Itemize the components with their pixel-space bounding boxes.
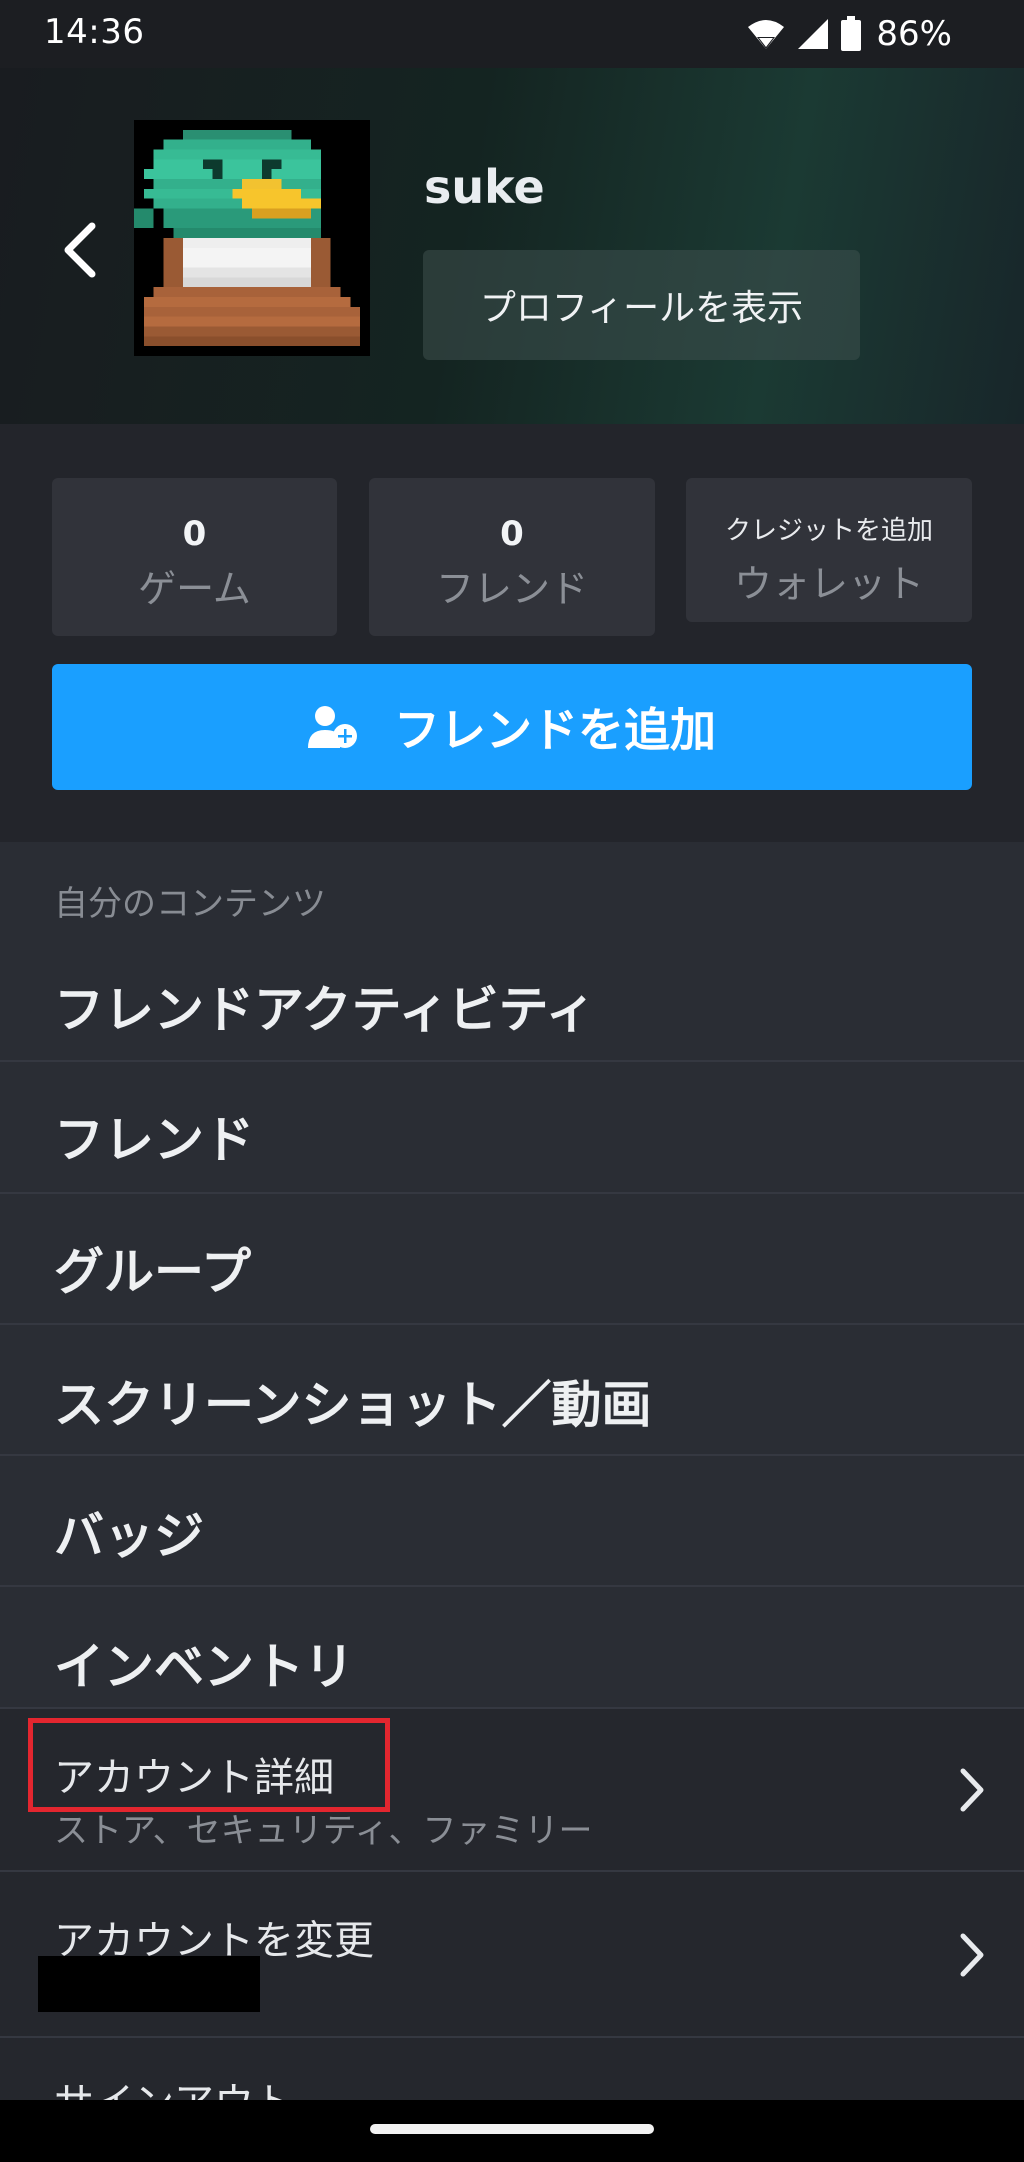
duck-avatar-image	[134, 120, 370, 356]
back-button[interactable]	[50, 210, 110, 290]
system-nav-bar	[0, 2100, 1024, 2162]
menu-item-groups[interactable]: グループ	[0, 1194, 1024, 1325]
status-time: 14:36	[44, 12, 145, 52]
stats-area: 0 ゲーム 0 フレンド クレジットを追加 ウォレット フレンドを追加	[0, 424, 1024, 842]
battery-percent: 86%	[876, 14, 952, 54]
menu-item-label: グループ	[54, 1243, 251, 1301]
friends-stat[interactable]: 0 フレンド	[369, 478, 655, 636]
add-credit-label: クレジットを追加	[724, 516, 933, 546]
add-user-icon	[308, 706, 357, 748]
wallet-stat[interactable]: クレジットを追加 ウォレット	[686, 478, 972, 622]
menu-item-label: スクリーンショット／動画	[54, 1376, 652, 1434]
add-friend-button[interactable]: フレンドを追加	[52, 664, 972, 790]
profile-header: suke プロフィールを表示	[0, 68, 1024, 424]
menu-item-friend-activity[interactable]: フレンドアクティビティ	[0, 932, 1024, 1062]
menu-list: 自分のコンテンツ フレンドアクティビティ フレンド グループ スクリーンショット…	[0, 842, 1024, 2100]
games-count: 0	[182, 514, 207, 554]
menu-item-label: インベントリ	[54, 1638, 354, 1696]
menu-item-label: フレンドアクティビティ	[54, 981, 596, 1039]
menu-item-screenshots-videos[interactable]: スクリーンショット／動画	[0, 1325, 1024, 1456]
wallet-label: ウォレット	[733, 562, 924, 606]
add-friend-label: フレンドを追加	[394, 703, 716, 757]
menu-item-friends[interactable]: フレンド	[0, 1062, 1024, 1194]
chevron-right-icon	[960, 1768, 984, 1812]
home-gesture-handle[interactable]	[370, 2124, 654, 2134]
highlight-box	[28, 1718, 390, 1812]
chevron-left-icon	[64, 222, 96, 278]
games-stat[interactable]: 0 ゲーム	[52, 478, 337, 636]
view-profile-button[interactable]: プロフィールを表示	[423, 250, 860, 360]
games-label: ゲーム	[138, 567, 251, 611]
section-title: 自分のコンテンツ	[54, 884, 326, 924]
friends-count: 0	[500, 514, 524, 554]
signal-icon	[798, 19, 829, 49]
redacted-block	[38, 1956, 260, 2012]
sign-out-title: サインアウト	[54, 2070, 294, 2100]
wifi-icon	[748, 20, 785, 49]
chevron-right-icon	[960, 1933, 984, 1977]
menu-item-badges[interactable]: バッジ	[0, 1456, 1024, 1587]
sign-out-item[interactable]: サインアウト	[0, 2038, 1024, 2100]
avatar[interactable]	[134, 120, 370, 356]
change-account-item[interactable]: アカウントを変更	[0, 1872, 1024, 2038]
menu-item-label: フレンド	[54, 1111, 254, 1169]
menu-item-inventory[interactable]: インベントリ	[0, 1587, 1024, 1709]
status-icons: 86%	[746, 10, 952, 58]
menu-item-label: バッジ	[54, 1507, 204, 1565]
friends-label: フレンド	[435, 567, 588, 611]
username: suke	[424, 160, 545, 214]
status-bar: 14:36 86%	[0, 0, 1024, 68]
battery-icon	[841, 16, 862, 51]
